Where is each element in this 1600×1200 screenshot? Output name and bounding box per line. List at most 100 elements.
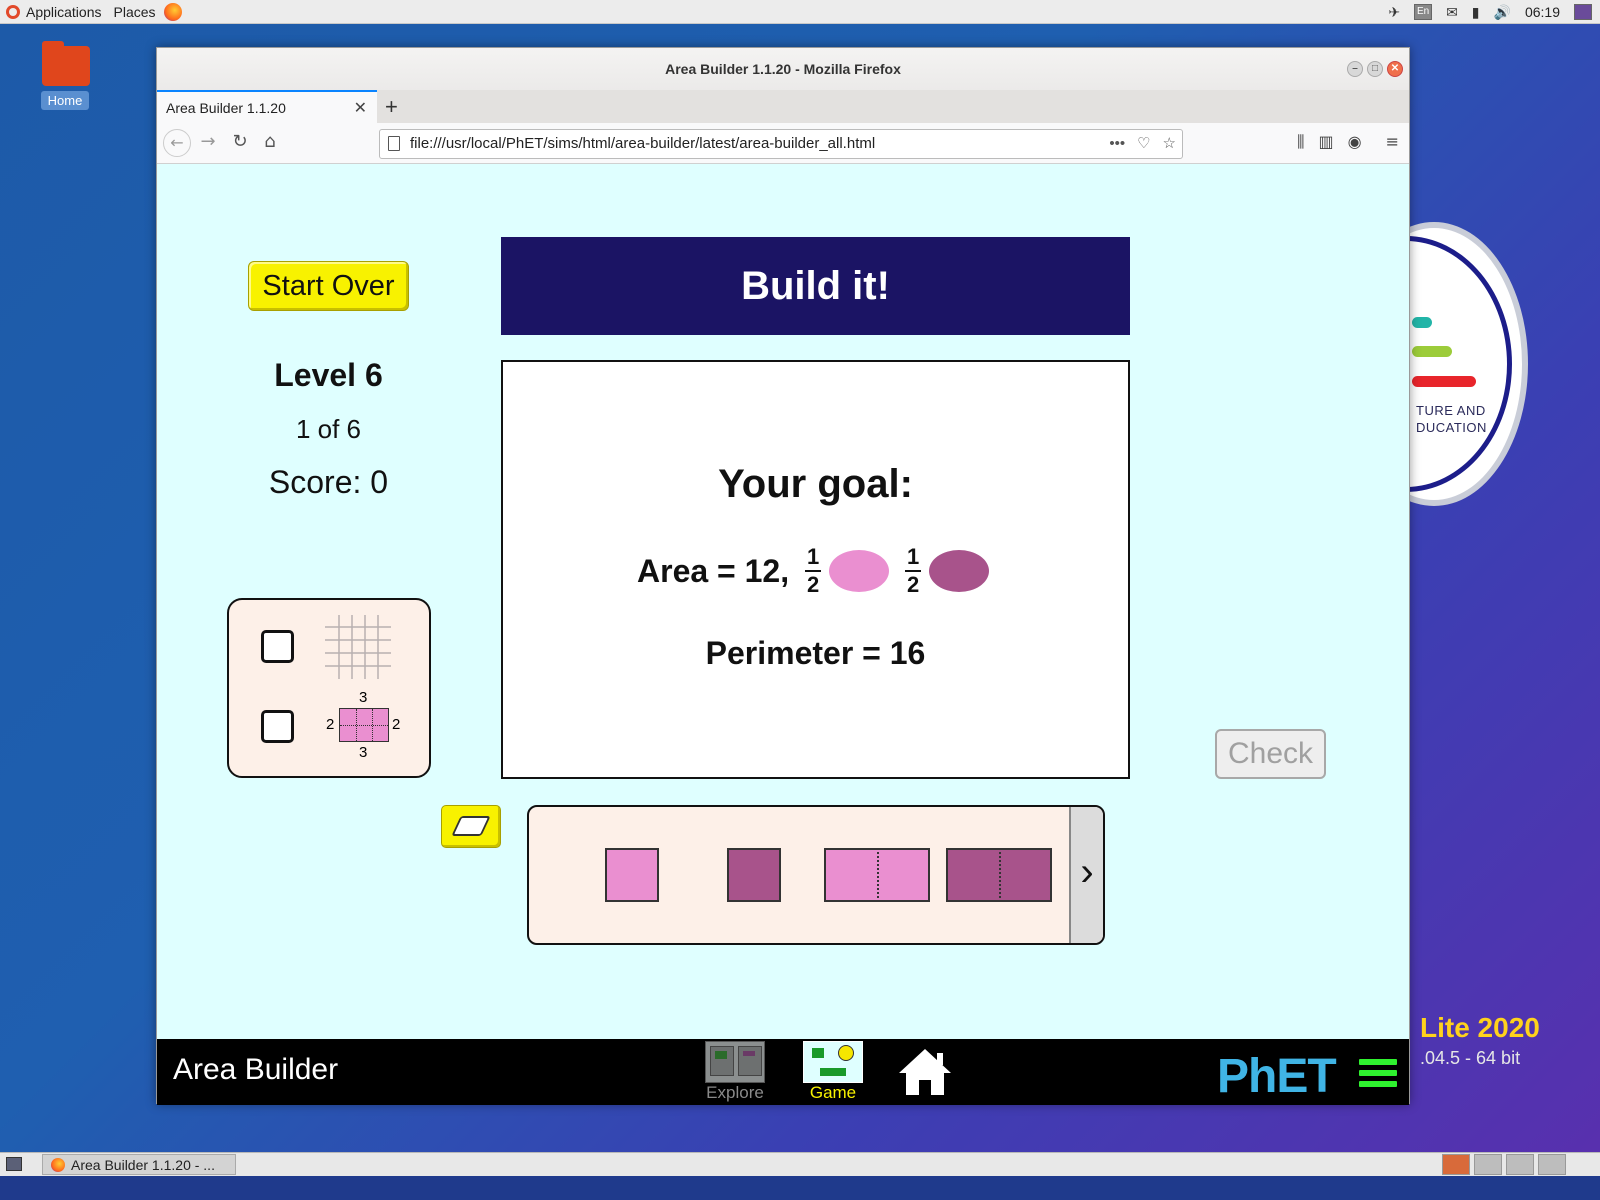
- dim-dotted-line: [371, 709, 373, 741]
- dark-purple-rectangle-shape[interactable]: [946, 848, 1052, 902]
- phet-navigation-bar: Area Builder Explore Game PhET: [157, 1039, 1409, 1105]
- forward-button[interactable]: →: [195, 131, 221, 152]
- maximize-button[interactable]: □: [1367, 61, 1383, 77]
- dimensions-rect: [339, 708, 389, 742]
- grid-checkbox[interactable]: [261, 630, 294, 663]
- desktop-bottom-strip: [0, 1176, 1600, 1200]
- score-label: Score: 0: [268, 464, 389, 500]
- wallpaper-badge-bar: [1412, 376, 1476, 387]
- minimize-button[interactable]: –: [1347, 61, 1363, 77]
- light-pink-rectangle-shape[interactable]: [824, 848, 930, 902]
- url-text: file:///usr/local/PhET/sims/html/area-bu…: [410, 135, 876, 152]
- close-tab-icon[interactable]: ✕: [354, 98, 367, 118]
- close-window-button[interactable]: ✕: [1387, 61, 1403, 77]
- check-button[interactable]: Check: [1215, 729, 1326, 779]
- volume-icon[interactable]: 🔊: [1494, 4, 1511, 21]
- window-title: Area Builder 1.1.20 - Mozilla Firefox: [665, 61, 901, 77]
- firefox-window: Area Builder 1.1.20 - Mozilla Firefox – …: [156, 47, 1410, 1105]
- carousel-next-button[interactable]: ›: [1069, 807, 1103, 943]
- home-button[interactable]: ⌂: [257, 131, 283, 152]
- page-icon: [388, 136, 400, 151]
- reload-button[interactable]: ↻: [227, 131, 253, 152]
- home-folder-label[interactable]: Home: [41, 91, 89, 110]
- window-titlebar[interactable]: Area Builder 1.1.20 - Mozilla Firefox – …: [157, 48, 1409, 90]
- fraction-numerator: 1: [906, 544, 920, 569]
- phet-logo-text: PhET: [1217, 1050, 1337, 1103]
- fraction-light: 1 2: [805, 544, 822, 597]
- grid-icon: [325, 615, 391, 679]
- dim-dotted-line: [340, 725, 388, 726]
- new-tab-button[interactable]: +: [385, 94, 398, 120]
- home-screen-icon[interactable]: [897, 1047, 953, 1097]
- wallpaper-badge-bar: [1412, 346, 1452, 357]
- sidebar-icon[interactable]: ▥: [1319, 132, 1334, 152]
- explore-screen-icon: [705, 1041, 765, 1083]
- game-label: Game: [809, 1083, 857, 1102]
- taskbar-firefox-item[interactable]: Area Builder 1.1.20 - ...: [42, 1154, 236, 1175]
- dark-purple-swatch: [929, 550, 990, 592]
- phet-logo[interactable]: PhET: [1217, 1049, 1337, 1104]
- wallpaper-badge-text: TURE AND DUCATION: [1416, 402, 1487, 436]
- navigation-toolbar: ← → ↻ ⌂ file:///usr/local/PhET/sims/html…: [157, 123, 1409, 164]
- network-icon[interactable]: ✈: [1388, 4, 1400, 21]
- explore-label: Explore: [706, 1083, 764, 1102]
- fraction-denominator: 2: [806, 572, 820, 597]
- session-icon[interactable]: [1574, 4, 1592, 20]
- places-menu[interactable]: Places: [114, 4, 156, 20]
- fraction-denominator: 2: [906, 572, 920, 597]
- game-screen-icon: [803, 1041, 863, 1083]
- pocket-icon[interactable]: ♡: [1137, 130, 1150, 158]
- account-icon[interactable]: ◉: [1348, 132, 1362, 152]
- battery-icon[interactable]: ▮: [1472, 4, 1480, 21]
- perimeter-goal: Perimeter = 16: [705, 635, 926, 671]
- page-actions-icon[interactable]: •••: [1109, 130, 1125, 158]
- challenge-progress: 1 of 6: [295, 414, 362, 444]
- firefox-icon: [51, 1157, 65, 1172]
- desktop-top-panel: Applications Places ✈ En ✉ ▮ 🔊 06:19: [0, 0, 1600, 24]
- bottom-taskbar: Area Builder 1.1.20 - ...: [0, 1152, 1600, 1176]
- dim-label-bottom: 3: [359, 744, 368, 761]
- badge-text-line: TURE AND: [1416, 403, 1486, 418]
- workspace-2[interactable]: [1474, 1154, 1502, 1175]
- taskbar-item-label: Area Builder 1.1.20 - ...: [71, 1156, 215, 1173]
- eraser-button[interactable]: [441, 805, 501, 848]
- workspace-3[interactable]: [1506, 1154, 1534, 1175]
- display-options-panel: 3 3 2 2: [227, 598, 431, 778]
- sim-title: Area Builder: [173, 1053, 339, 1086]
- area-text: Area = 12,: [637, 552, 790, 589]
- library-icon[interactable]: ⫼: [1297, 132, 1304, 152]
- eraser-icon: [451, 816, 491, 836]
- home-folder-icon[interactable]: [42, 41, 90, 86]
- clock[interactable]: 06:19: [1525, 4, 1560, 20]
- dimensions-checkbox[interactable]: [261, 710, 294, 743]
- wallpaper-subtitle: .04.5 - 64 bit: [1420, 1048, 1521, 1068]
- light-pink-swatch: [829, 550, 890, 592]
- tab-area-builder[interactable]: Area Builder 1.1.20 ✕: [157, 90, 377, 123]
- explore-screen-button[interactable]: Explore: [703, 1041, 767, 1102]
- area-goal: Area = 12, 1 2 1 2: [637, 538, 990, 604]
- workspace-1[interactable]: [1442, 1154, 1470, 1175]
- game-screen-button[interactable]: Game: [801, 1041, 865, 1102]
- applications-menu[interactable]: Applications: [26, 4, 102, 20]
- goal-title: Your goal:: [718, 462, 913, 506]
- ubuntu-logo-icon[interactable]: [6, 4, 20, 19]
- challenge-banner: Build it!: [501, 237, 1130, 335]
- dark-purple-square-shape[interactable]: [727, 848, 781, 902]
- back-button[interactable]: ←: [163, 129, 191, 157]
- phet-menu-icon[interactable]: [1359, 1059, 1397, 1092]
- bookmark-star-icon[interactable]: ☆: [1163, 130, 1176, 158]
- workspace-4[interactable]: [1538, 1154, 1566, 1175]
- mail-icon[interactable]: ✉: [1446, 4, 1458, 21]
- start-over-button[interactable]: Start Over: [248, 261, 409, 311]
- wallpaper-badge-bar: [1412, 317, 1432, 328]
- dim-label-left: 2: [326, 716, 335, 733]
- url-bar[interactable]: file:///usr/local/PhET/sims/html/area-bu…: [379, 129, 1183, 159]
- firefox-launcher-icon[interactable]: [163, 2, 182, 21]
- fraction-numerator: 1: [806, 544, 820, 569]
- badge-text-line: DUCATION: [1416, 420, 1487, 435]
- show-desktop-icon[interactable]: [6, 1157, 22, 1171]
- keyboard-layout-indicator[interactable]: En: [1414, 4, 1433, 20]
- light-pink-square-shape[interactable]: [605, 848, 659, 902]
- hamburger-menu-icon[interactable]: ≡: [1386, 132, 1399, 152]
- dim-label-top: 3: [359, 689, 368, 706]
